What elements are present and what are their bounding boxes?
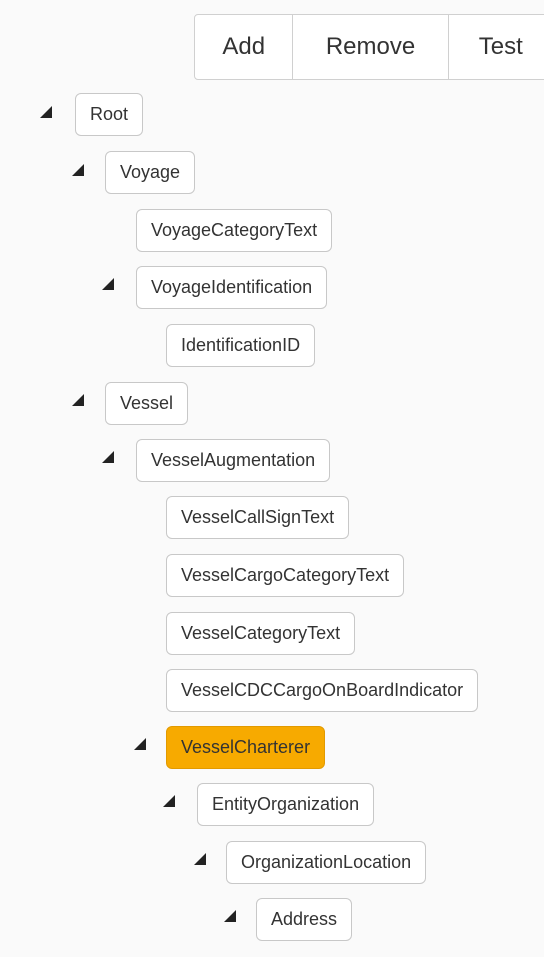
expanded-triangle-icon[interactable]	[163, 795, 175, 807]
expanded-triangle-icon[interactable]	[134, 738, 146, 750]
tree-node-vessel[interactable]: Vessel	[105, 382, 189, 425]
tree-node-vessel-call-sign-text[interactable]: VesselCallSignText	[166, 496, 350, 539]
tree-node-voyage[interactable]: Voyage	[105, 151, 196, 194]
tree-node-voyage-identification[interactable]: VoyageIdentification	[136, 266, 328, 309]
schema-tree: Root Voyage VoyageCategoryText VoyageIde…	[0, 0, 544, 957]
expanded-triangle-icon[interactable]	[72, 164, 84, 176]
tree-node-vessel-category-text[interactable]: VesselCategoryText	[166, 612, 356, 655]
tree-node-address[interactable]: Address	[256, 898, 353, 941]
expanded-triangle-icon[interactable]	[224, 910, 236, 922]
tree-node-entity-organization[interactable]: EntityOrganization	[197, 783, 375, 826]
expanded-triangle-icon[interactable]	[102, 451, 114, 463]
tree-node-vessel-cdc-cargo-on-board-indicator[interactable]: VesselCDCCargoOnBoardIndicator	[166, 669, 479, 712]
expanded-triangle-icon[interactable]	[194, 853, 206, 865]
expanded-triangle-icon[interactable]	[40, 106, 52, 118]
tree-node-organization-location[interactable]: OrganizationLocation	[226, 841, 427, 884]
tree-node-vessel-cargo-category-text[interactable]: VesselCargoCategoryText	[166, 554, 405, 597]
tree-node-identification-id[interactable]: IdentificationID	[166, 324, 316, 367]
expanded-triangle-icon[interactable]	[72, 394, 84, 406]
tree-node-vessel-augmentation[interactable]: VesselAugmentation	[136, 439, 331, 482]
expanded-triangle-icon[interactable]	[102, 278, 114, 290]
tree-node-voyage-category-text[interactable]: VoyageCategoryText	[136, 209, 333, 252]
tree-node-root[interactable]: Root	[75, 93, 144, 136]
tree-node-vessel-charterer[interactable]: VesselCharterer	[166, 726, 326, 769]
